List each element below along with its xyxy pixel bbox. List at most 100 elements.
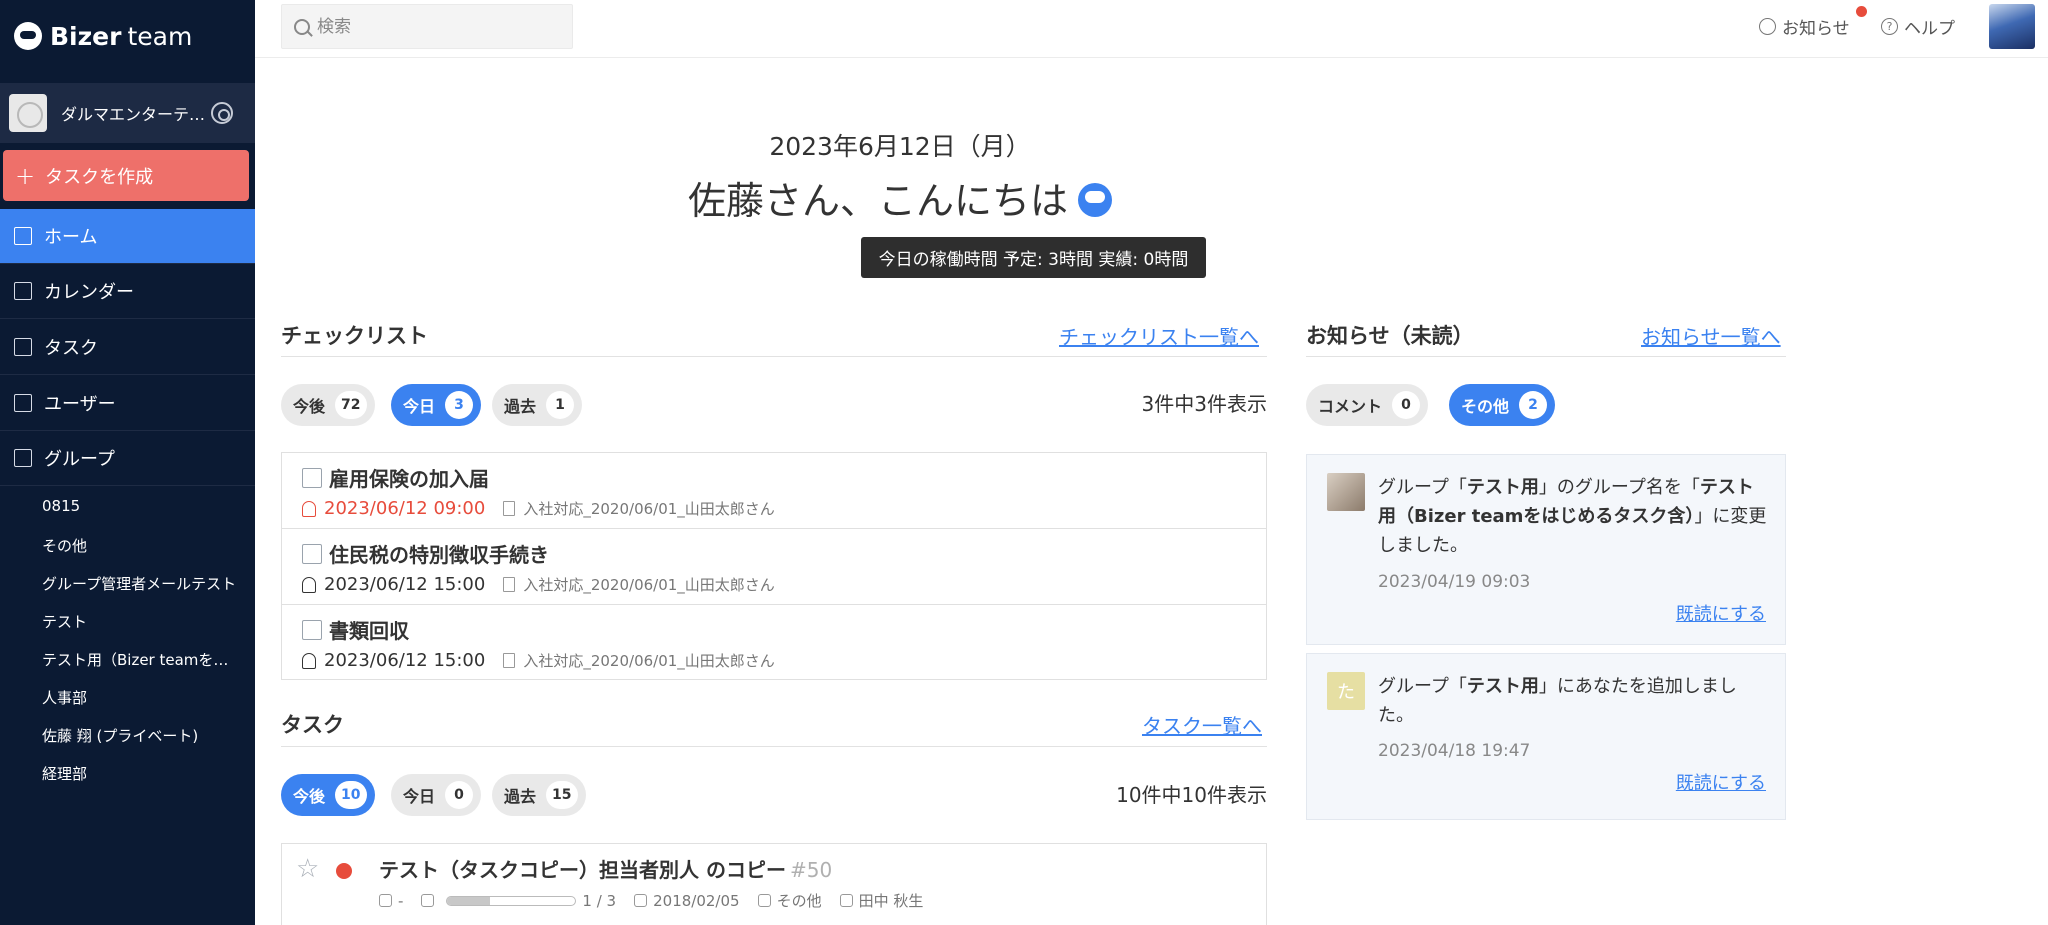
mark-read-link[interactable]: 既読にする [1676, 600, 1766, 626]
task-assignee: 田中 秋生 [858, 892, 924, 910]
notices-tab-other[interactable]: その他 2 [1449, 384, 1556, 426]
alarm-icon [379, 894, 392, 907]
sidebar-item-label: ユーザー [44, 394, 116, 415]
notices-link[interactable]: お知らせ [1759, 6, 1867, 39]
checklist-item-group[interactable]: 入社対応_2020/06/01_山田太郎さん [523, 498, 774, 519]
help-label: ヘルプ [1904, 19, 1955, 39]
tab-label: 今後 [293, 787, 326, 806]
task-assignee-group: 田中 秋生 [839, 890, 924, 911]
search-box[interactable] [281, 4, 573, 49]
tasks-title: タスク [281, 713, 344, 737]
checkbox[interactable] [302, 544, 322, 564]
notice-text-part: グループ「 [1378, 676, 1467, 697]
checklist-item-meta: 2023/06/12 09:00 入社対応_2020/06/01_山田太郎さん [302, 498, 775, 519]
create-task-button[interactable]: + タスクを作成 [3, 150, 249, 201]
tab-count: 72 [335, 391, 367, 419]
checklist-item-title[interactable]: 書類回収 [329, 615, 409, 644]
tasks-tab-today[interactable]: 今日 0 [391, 774, 482, 816]
task-title[interactable]: テスト（タスクコピー）担当者別人 のコピー #50 [379, 854, 832, 883]
tab-count: 10 [335, 781, 367, 809]
clock-icon [1759, 18, 1776, 35]
tab-label: その他 [1461, 397, 1510, 416]
sidebar-group-item[interactable]: 経理部 [42, 763, 237, 784]
work-hours-badge: 今日の稼働時間 予定: 3時間 実績: 0時間 [861, 237, 1206, 278]
folder-icon [14, 449, 32, 467]
divider [281, 356, 1267, 357]
user-icon [14, 394, 32, 412]
checklist-item-group[interactable]: 入社対応_2020/06/01_山田太郎さん [523, 574, 774, 595]
checkbox[interactable] [302, 468, 322, 488]
sidebar-item-label: グループ [44, 449, 115, 470]
tasks-list-link[interactable]: タスク一覧へ [1142, 710, 1262, 739]
sidebar-item-groups[interactable]: グループ [0, 431, 255, 486]
calendar-icon [14, 282, 32, 300]
checkbox[interactable] [302, 620, 322, 640]
tab-label: 過去 [504, 397, 537, 416]
create-task-label: タスクを作成 [45, 166, 154, 188]
bell-icon [302, 576, 316, 593]
user-avatar[interactable] [1989, 4, 2035, 49]
search-input[interactable] [317, 16, 557, 37]
task-progress-fill [447, 896, 490, 905]
sidebar-group-item[interactable]: 0815 [42, 497, 237, 515]
sidebar-group-item[interactable]: テスト [42, 611, 237, 632]
divider [281, 746, 1267, 747]
priority-dot [336, 863, 352, 879]
task-progress-text: 1 / 3 [582, 891, 617, 910]
sidebar-item-label: カレンダー [44, 282, 134, 303]
app-logo[interactable]: Bizer team [14, 18, 192, 54]
checklist-title: チェックリスト [281, 324, 428, 348]
notice-card: た グループ「テスト用」にあなたを追加しました。 2023/04/18 19:4… [1306, 653, 1786, 820]
checklist-tab-upcoming[interactable]: 今後 72 [281, 384, 375, 426]
tab-count: 3 [445, 391, 474, 419]
sidebar-group-item[interactable]: その他 [42, 535, 237, 556]
help-icon: ? [1881, 18, 1898, 35]
checklist-list: 雇用保険の加入届 2023/06/12 09:00 入社対応_2020/06/0… [281, 452, 1267, 680]
tab-label: 今日 [403, 787, 436, 806]
notification-dot [1856, 6, 1867, 17]
checklist-item-datetime: 2023/06/12 15:00 [324, 650, 486, 671]
gear-icon[interactable] [211, 102, 233, 124]
notices-list-link[interactable]: お知らせ一覧へ [1641, 321, 1781, 350]
sidebar-item-calendar[interactable]: カレンダー [0, 264, 255, 319]
sidebar-item-tasks[interactable]: タスク [0, 320, 255, 375]
sidebar-item-label: ホーム [44, 227, 98, 248]
sidebar-group-item[interactable]: テスト用（Bizer teamをはじめるタスク含） [42, 649, 237, 670]
document-icon [503, 501, 516, 516]
workspace-switcher[interactable]: ダルマエンターテイメント株式会社 [0, 83, 255, 143]
checklist-item-meta: 2023/06/12 15:00 入社対応_2020/06/01_山田太郎さん [302, 574, 775, 595]
notice-group-name: テスト用 [1466, 676, 1539, 697]
sidebar-item-label: タスク [44, 338, 98, 359]
notice-text-part: 」のグループ名を「 [1538, 477, 1700, 498]
tasks-tab-past[interactable]: 過去 15 [492, 774, 586, 816]
checklist-item-title[interactable]: 住民税の特別徴収手続き [329, 539, 549, 568]
today-date: 2023年6月12日（月） [769, 132, 1031, 161]
checklist-list-link[interactable]: チェックリスト一覧へ [1059, 321, 1259, 350]
checklist-item-meta: 2023/06/12 15:00 入社対応_2020/06/01_山田太郎さん [302, 650, 775, 671]
sidebar-item-users[interactable]: ユーザー [0, 376, 255, 431]
tab-label: 今日 [403, 397, 436, 416]
help-link[interactable]: ? ヘルプ [1881, 14, 1955, 39]
checklist-summary: 3件中3件表示 [1141, 392, 1267, 416]
task-progress-bar [446, 895, 577, 906]
checklist-item-group[interactable]: 入社対応_2020/06/01_山田太郎さん [523, 650, 774, 671]
tasks-tab-upcoming[interactable]: 今後 10 [281, 774, 375, 816]
star-icon[interactable]: ☆ [296, 854, 319, 884]
checklist-item-title[interactable]: 雇用保険の加入届 [329, 463, 489, 492]
mark-read-link[interactable]: 既読にする [1676, 769, 1766, 795]
tasks-summary: 10件中10件表示 [1116, 783, 1267, 807]
task-row[interactable]: ☆ テスト（タスクコピー）担当者別人 のコピー #50 - 1 / 3 2018/… [281, 843, 1267, 925]
sidebar-item-home[interactable]: ホーム [0, 209, 255, 264]
sidebar-group-item[interactable]: 人事部 [42, 687, 237, 708]
notices-tab-comments[interactable]: コメント 0 [1306, 384, 1429, 426]
sidebar-group-item[interactable]: 佐藤 翔 (プライベート) [42, 725, 237, 746]
checklist-icon [421, 894, 435, 907]
checklist-tab-today[interactable]: 今日 3 [391, 384, 482, 426]
notice-text: グループ「テスト用」のグループ名を「テスト用（Bizer teamをはじめるタス… [1378, 473, 1768, 560]
notice-time: 2023/04/18 19:47 [1378, 741, 1531, 761]
task-number: #50 [789, 858, 833, 882]
sidebar-group-item[interactable]: グループ管理者メールテスト [42, 573, 237, 594]
workspace-avatar [9, 94, 47, 132]
checklist-tab-past[interactable]: 過去 1 [492, 384, 583, 426]
checklist-item-datetime: 2023/06/12 09:00 [324, 498, 486, 519]
